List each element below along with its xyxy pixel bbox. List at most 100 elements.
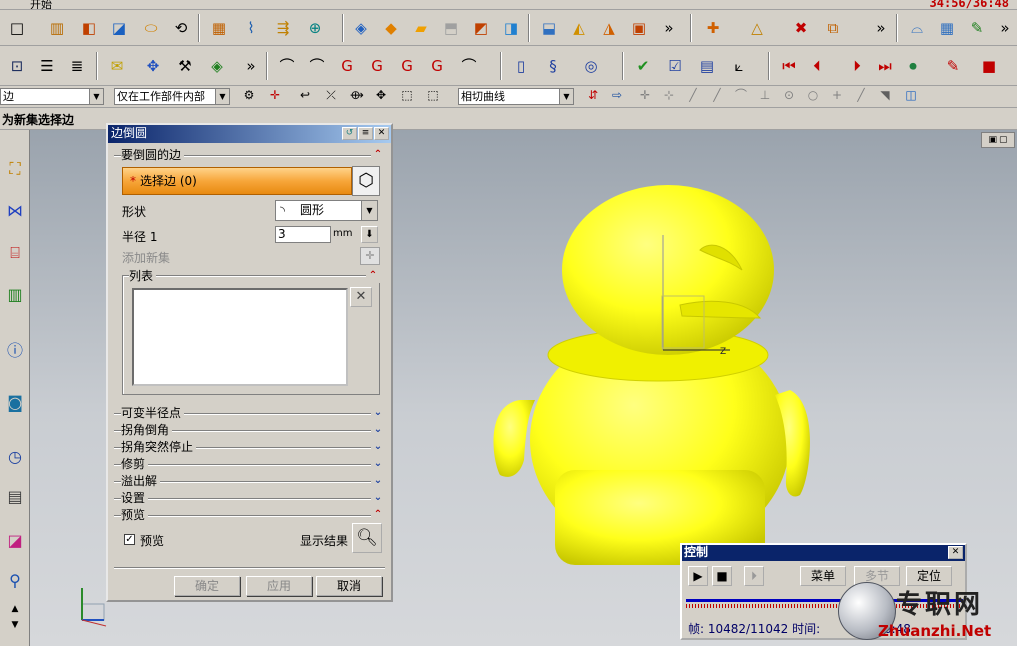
section-settings[interactable]: 设置 ⌄ [114,491,385,505]
prev-frame-icon[interactable]: ⏴ [804,53,830,79]
blend-icon[interactable]: ◈ [348,15,374,41]
scope-combo[interactable]: 仅在工作部件内部 ▼ [114,88,230,105]
chevron-up-icon[interactable]: ⌃ [371,148,385,162]
section-corner-setback[interactable]: 拐角倒角 ⌄ [114,423,385,437]
layer-settings-icon[interactable]: ≣ [64,53,90,79]
snap-quadrant-icon[interactable]: ⊥ [752,84,778,106]
close-icon[interactable]: ✕ [374,127,389,140]
note-icon[interactable]: ✉ [104,53,130,79]
rectangle-select-icon[interactable]: ⬚ [420,84,446,106]
snap-face-icon[interactable]: ◥ [872,84,898,106]
history-icon[interactable]: ◙ [1,388,29,418]
section-list-header[interactable]: 列表 ⌃ [122,269,380,283]
face-icon[interactable]: ⬒ [438,15,464,41]
section-trim[interactable]: 修剪 ⌄ [114,457,385,471]
analysis-2-icon[interactable]: ⌒ [304,53,330,79]
thicken-icon[interactable]: ▣ [626,15,652,41]
box-orange-icon[interactable]: ◧ [76,15,102,41]
add-new-set-button[interactable]: ✛ [360,247,380,265]
step-icon[interactable]: ⏵ [744,566,764,586]
last-frame-icon[interactable]: ⏭ [872,53,898,79]
scroll-down-icon[interactable]: ▼ [1,618,29,632]
path-icon[interactable]: ⇶ [270,15,296,41]
arrow-right-icon[interactable]: ⇨ [604,84,630,106]
more-icon[interactable]: » [656,15,682,41]
palette-icon[interactable]: ◪ [1,526,29,556]
filter-icon[interactable]: ⚙ [236,84,262,106]
magnifier-icon[interactable]: 🔍︎ [352,523,382,553]
radius-input[interactable]: 3 [275,226,331,243]
select-face-icon[interactable]: ↩ [292,84,318,106]
coil-icon[interactable]: ◎ [578,53,604,79]
sweep-icon[interactable]: ⌇ [238,15,264,41]
snap-line-icon[interactable]: ╱ [680,84,706,106]
clock-icon[interactable]: ◷ [1,442,29,472]
snap-arc-icon[interactable]: ⌒ [728,84,754,106]
table-icon[interactable]: ▤ [694,53,720,79]
analysis-g3-icon[interactable]: G [424,53,450,79]
chevron-down-icon[interactable]: ⌄ [371,457,385,471]
chevron-down-icon[interactable]: ⌄ [371,440,385,454]
book-icon[interactable]: ▥ [44,15,70,41]
select-edge-button[interactable]: * 选择边 (0) [122,167,352,195]
assembly-icon[interactable]: ◈ [204,53,230,79]
select-point-icon[interactable]: ✥ [368,84,394,106]
snap-line2-icon[interactable]: ╱ [704,84,730,106]
axes-icon[interactable]: ⟀ [726,53,752,79]
split-body-icon[interactable]: ◨ [498,15,524,41]
apply-button[interactable]: 应用 [246,576,312,596]
mesh-icon[interactable]: ▦ [934,15,960,41]
web-browser-icon[interactable]: ⓘ [1,336,29,366]
draft-icon[interactable]: ◮ [596,15,622,41]
chevron-down-icon[interactable]: ⌄ [371,423,385,437]
cylinder-icon[interactable]: ▯ [508,53,534,79]
analysis-more-icon[interactable]: ⌒ [456,53,482,79]
edge-set-list[interactable] [132,288,348,386]
ok-button[interactable]: 确定 [174,576,240,596]
stop-icon[interactable]: ■ [712,566,732,586]
collapse-icon[interactable]: ≡ [358,127,373,140]
control-titlebar[interactable]: 控制 ✕ [682,545,965,561]
intersect-icon[interactable]: ✖ [788,15,814,41]
more-icon[interactable]: » [992,15,1017,41]
more-icon[interactable]: » [238,53,264,79]
scroll-up-icon[interactable]: ▲ [1,602,29,616]
reuse-library-icon[interactable]: ▥ [1,280,29,310]
hammer-icon[interactable]: ⚒ [172,53,198,79]
view-cube-icon[interactable]: ◫ [898,84,924,106]
roles-icon[interactable]: ⚲ [1,566,29,596]
revolve-icon[interactable]: ⟲ [168,15,194,41]
edit-surface-icon[interactable]: ✎ [964,15,990,41]
section-stop-short[interactable]: 拐角突然停止 ⌄ [114,440,385,454]
wand-icon[interactable]: ✎ [940,53,966,79]
spring-icon[interactable]: § [540,53,566,79]
cancel-button[interactable]: 取消 [316,576,382,596]
chevron-down-icon[interactable]: ⌄ [371,406,385,420]
snap-bounded-icon[interactable]: ╱ [848,84,874,106]
section-overflow[interactable]: 溢出解 ⌄ [114,474,385,488]
select-curve-icon[interactable]: ⟴ [344,84,370,106]
select-body-icon[interactable]: ⤫ [318,84,344,106]
play-icon[interactable]: ▶ [688,566,708,586]
preview-checkbox[interactable]: ✓ [124,534,135,545]
copy-icon[interactable]: ⧉ [820,15,846,41]
chevron-down-icon[interactable]: ⌄ [371,491,385,505]
chevron-down-icon[interactable]: ⌄ [371,474,385,488]
more-icon[interactable]: » [868,15,894,41]
chamfer-icon[interactable]: ◆ [378,15,404,41]
section-preview[interactable]: 预览 ⌃ [114,508,385,522]
next-frame-icon[interactable]: ⏵ [844,53,870,79]
analysis-g0-icon[interactable]: G [334,53,360,79]
snap-midpoint-icon[interactable]: ⊹ [656,84,682,106]
shape-select[interactable]: ◝ 圆形 ▼ [275,200,378,221]
check-icon[interactable]: ✔ [630,53,656,79]
curve-rule-combo[interactable]: 相切曲线 ▼ [458,88,574,105]
snap-existing-icon[interactable]: + [824,84,850,106]
surface-icon[interactable]: ⌓ [904,15,930,41]
snap-circle-icon[interactable]: ○ [800,84,826,106]
extrude-icon[interactable]: ⬭ [138,15,164,41]
close-icon[interactable]: ✕ [948,546,963,559]
section-edges-header[interactable]: 要倒圆的边 ⌃ [114,148,385,162]
type-filter-combo[interactable]: 边 ▼ [0,88,104,105]
delete-icon[interactable]: ✕ [350,287,372,307]
